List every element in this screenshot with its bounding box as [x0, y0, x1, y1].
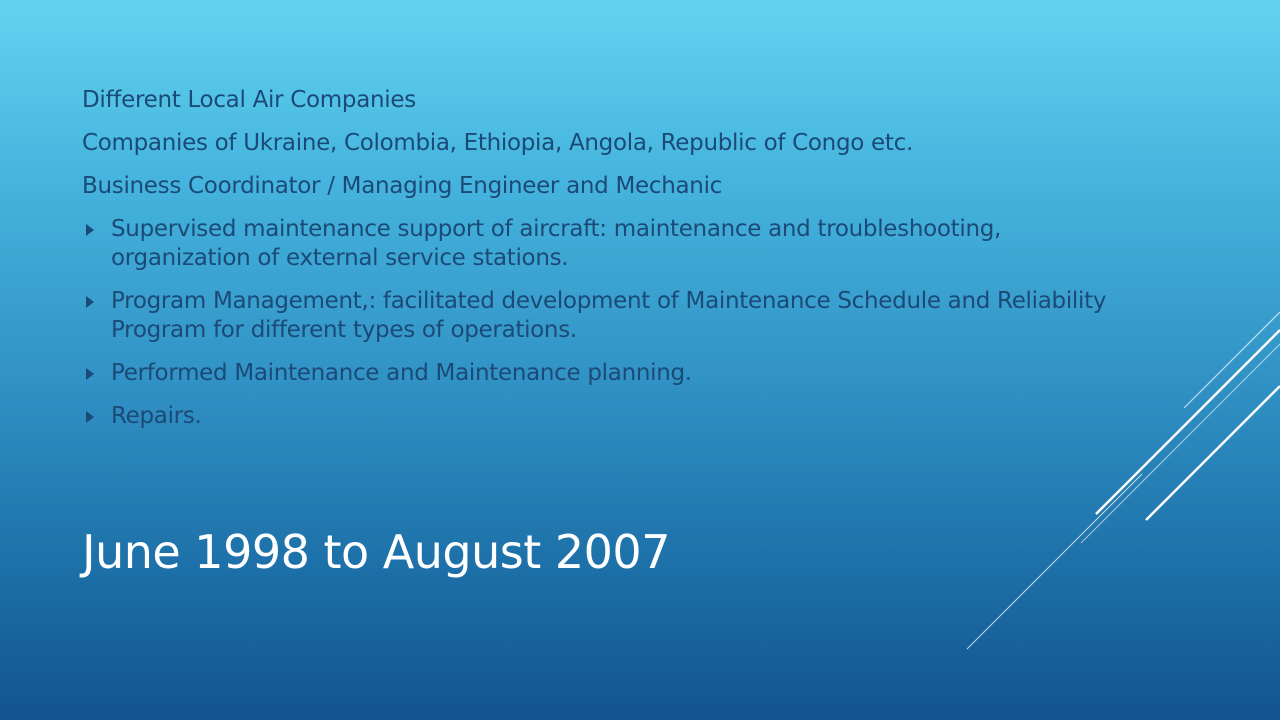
decor-line — [1095, 329, 1280, 515]
decor-line — [1183, 311, 1280, 409]
decor-line — [966, 473, 1143, 650]
decorative-diagonal-lines — [966, 311, 1280, 650]
slide: Different Local Air Companies Companies … — [0, 0, 1280, 720]
decor-line — [1145, 385, 1280, 521]
decor-line — [1080, 343, 1280, 544]
